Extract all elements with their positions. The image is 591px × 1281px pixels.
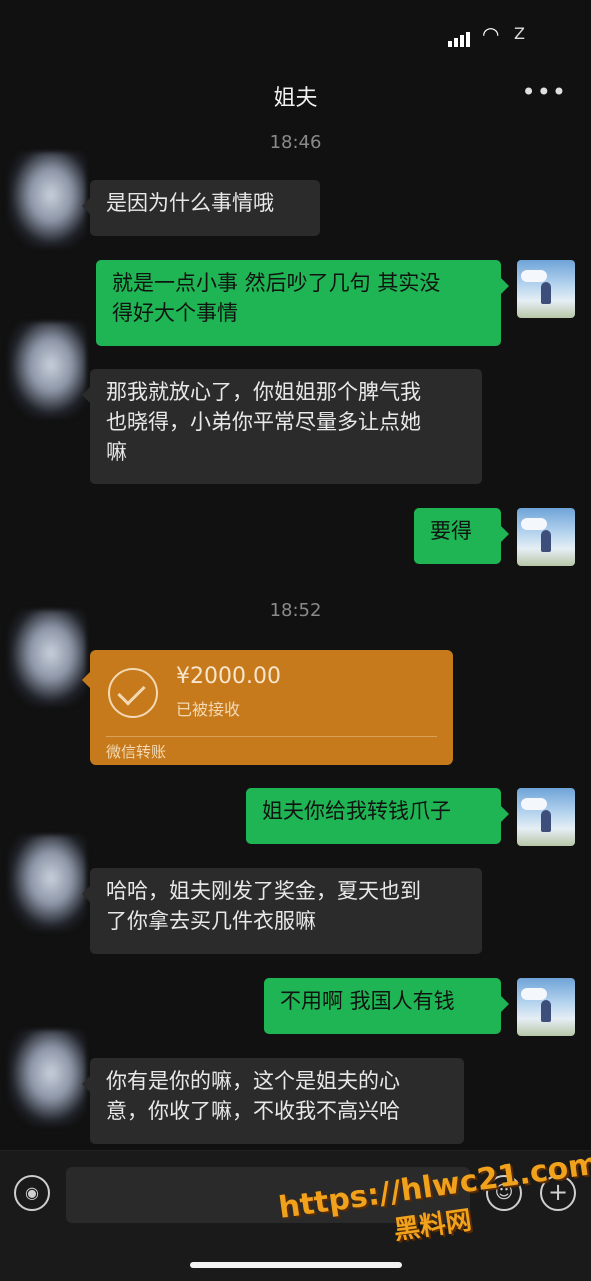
transfer-source: 微信转账 <box>106 743 167 761</box>
chat-title: 姐夫 <box>273 86 318 111</box>
voice-icon[interactable]: ◉ <box>14 1175 50 1211</box>
contact-avatar[interactable] <box>8 1030 86 1126</box>
check-circle-icon <box>108 668 158 718</box>
wifi-icon: ◠ <box>482 22 500 46</box>
message-sent[interactable]: 不用啊 我国人有钱 <box>264 978 509 1034</box>
more-dots-icon[interactable]: ••• <box>522 78 567 106</box>
my-avatar[interactable] <box>517 260 575 318</box>
transfer-status: 已被接收 <box>176 700 241 719</box>
message-line: 了你拿去买几件衣服嘛 <box>106 909 316 933</box>
message-received[interactable]: 你有是你的嘛，这个是姐夫的心 意，你收了嘛，不收我不高兴哈 <box>82 1058 464 1144</box>
status-bar: ◠ Z <box>0 0 591 66</box>
message-sent[interactable]: 就是一点小事 然后吵了几句 其实没 得好大个事情 <box>96 260 509 346</box>
message-received[interactable]: 哈哈，姐夫刚发了奖金，夏天也到 了你拿去买几件衣服嘛 <box>82 868 482 954</box>
message-line: 哈哈，姐夫刚发了奖金，夏天也到 <box>106 879 421 903</box>
contact-avatar[interactable] <box>8 152 86 248</box>
transfer-card[interactable]: ¥2000.00 已被接收 微信转账 <box>82 650 453 765</box>
signal-icon <box>448 28 472 47</box>
message-line: 就是一点小事 然后吵了几句 其实没 <box>112 271 441 295</box>
message-received[interactable]: 那我就放心了，你姐姐那个脾气我 也晓得，小弟你平常尽量多让点她 嘛 <box>82 369 482 484</box>
message-line: 嘛 <box>106 440 127 464</box>
contact-avatar[interactable] <box>8 610 86 706</box>
timestamp: 18:52 <box>269 600 322 621</box>
message-sent[interactable]: 姐夫你给我转钱爪子 <box>246 788 509 844</box>
home-indicator[interactable] <box>190 1262 402 1268</box>
message-line: 也晓得，小弟你平常尽量多让点她 <box>106 410 421 434</box>
message-sent[interactable]: 要得 <box>414 508 509 564</box>
contact-avatar[interactable] <box>8 322 86 418</box>
battery-indicator: Z <box>514 24 525 43</box>
chat-header: 姐夫 ••• <box>0 66 591 124</box>
my-avatar[interactable] <box>517 788 575 846</box>
message-line: 意，你收了嘛，不收我不高兴哈 <box>106 1099 400 1123</box>
message-line: 得好大个事情 <box>112 301 238 325</box>
divider <box>106 736 437 737</box>
my-avatar[interactable] <box>517 508 575 566</box>
message-line: 你有是你的嘛，这个是姐夫的心 <box>106 1069 400 1093</box>
my-avatar[interactable] <box>517 978 575 1036</box>
timestamp: 18:46 <box>269 132 322 153</box>
message-received[interactable]: 是因为什么事情哦 <box>82 180 320 236</box>
message-line: 那我就放心了，你姐姐那个脾气我 <box>106 380 421 404</box>
contact-avatar[interactable] <box>8 835 86 931</box>
transfer-amount: ¥2000.00 <box>176 664 281 689</box>
